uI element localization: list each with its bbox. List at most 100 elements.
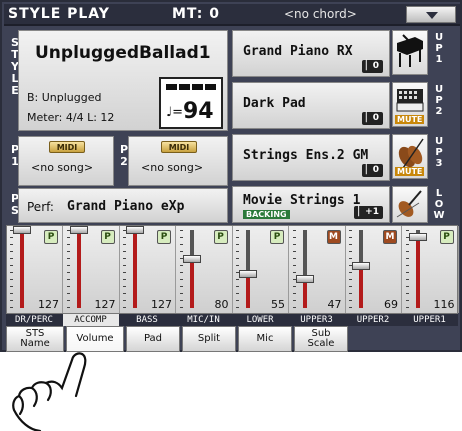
style-panel[interactable]: UnpluggedBallad1 B: Unplugged Meter: 4/4… (18, 30, 228, 131)
performance-panel[interactable]: Perf: Grand Piano eXp (18, 188, 228, 223)
fader-level (133, 230, 137, 308)
tab-pad[interactable]: Pad (126, 326, 180, 352)
fader-level (415, 237, 420, 308)
fader-scale (66, 230, 70, 308)
volume-value: 127 (151, 298, 172, 311)
player2-panel[interactable]: MIDI <no song> (128, 136, 228, 186)
fader-scale (10, 230, 13, 308)
volume-value: 116 (433, 298, 455, 311)
fader-scale (236, 230, 239, 308)
player1-panel[interactable]: MIDI <no song> (18, 136, 114, 186)
sound-lower-octave: ▏+1 (354, 206, 383, 219)
upper3-mute-tag: MUTE (395, 167, 425, 176)
tab-split[interactable]: Split (182, 326, 236, 352)
channel-label: BASS (136, 315, 158, 325)
fader-scale (292, 230, 296, 308)
play-mute-button[interactable]: P (44, 230, 58, 244)
chord-display: <no chord> (284, 7, 357, 21)
style-bank: B: Unplugged (27, 91, 102, 104)
player1-midi-tag: MIDI (49, 141, 85, 153)
fader-handle[interactable] (182, 255, 201, 263)
fader-scale (179, 230, 183, 308)
fader-handle[interactable] (13, 226, 31, 234)
channel-labels-bar: DR/PERC ACCOMP BASS MIC/IN LOWER UPPER3 UPPER2… (6, 314, 458, 326)
sound-upper3-panel[interactable]: Strings Ens.2 GM ▏0 (232, 134, 390, 181)
sound-upper1-panel[interactable]: Grand Piano RX ▏0 (232, 30, 390, 77)
mixer-channel[interactable]: P 127 (7, 226, 63, 313)
mixer-channel[interactable]: P 55 (233, 226, 289, 313)
upper3-side-label: UP3 (434, 136, 444, 169)
fader-level (189, 259, 194, 308)
style-name: UnpluggedBallad1 (35, 43, 211, 63)
strings-icon[interactable]: MUTE (392, 134, 428, 179)
tab-volume[interactable]: Volume (66, 326, 124, 352)
play-mute-button[interactable]: P (100, 230, 115, 244)
style-meter: Meter: 4/4 L: 12 (27, 111, 115, 124)
page-menu-button[interactable] (406, 6, 456, 23)
sound-upper1-octave: ▏0 (361, 60, 383, 73)
fader-level (246, 274, 250, 308)
fader-handle[interactable] (69, 226, 88, 234)
mixer-channel[interactable]: P 116 (403, 226, 459, 313)
upper2-mute-tag: MUTE (395, 115, 425, 124)
play-mute-button[interactable]: M (326, 230, 341, 244)
volume-value: 69 (384, 298, 398, 311)
channel-label: UPPER3 (300, 315, 333, 325)
fader-handle[interactable] (408, 233, 427, 241)
fader-handle[interactable] (295, 275, 314, 283)
mode-title: STYLE PLAY (8, 6, 110, 22)
tab-mic[interactable]: Mic (238, 326, 292, 352)
fader-scale (405, 230, 409, 308)
backing-tag: BACKING (243, 210, 290, 219)
master-transpose: MT: 0 (172, 6, 220, 22)
channel-label: DR/PERC (15, 315, 53, 325)
tempo-box[interactable]: ♩= 94 (159, 77, 223, 129)
sound-upper2-panel[interactable]: Dark Pad ▏0 (232, 82, 390, 129)
volume-value: 55 (271, 298, 285, 311)
tab-sts-name[interactable]: STS Name (6, 326, 64, 352)
beat-indicator (166, 84, 177, 90)
piano-icon[interactable] (392, 30, 428, 75)
volume-value: 80 (214, 298, 229, 311)
volume-value: 47 (327, 298, 342, 311)
channel-label: MIC/IN (187, 315, 220, 325)
play-mute-button[interactable]: P (213, 230, 228, 244)
violin-icon[interactable] (392, 186, 428, 223)
play-mute-button[interactable]: P (157, 230, 171, 244)
mixer-channel[interactable]: M 69 (346, 226, 402, 313)
performance-name: Grand Piano eXp (67, 199, 185, 214)
play-mute-button[interactable]: P (270, 230, 284, 244)
tab-bar: STS Name Volume Pad Split Mic Sub Scale (6, 326, 458, 352)
menu-arrow-icon (426, 12, 438, 19)
tab-sub-scale[interactable]: Sub Scale (294, 326, 348, 352)
sound-lower-panel[interactable]: Movie Strings 1 BACKING ▏+1 (232, 186, 390, 223)
performance-label: Perf: (27, 200, 54, 214)
beat-indicator (179, 84, 190, 90)
mixer-channel[interactable]: P 127 (120, 226, 176, 313)
mixer-channel[interactable]: P 80 (177, 226, 233, 313)
fader-level (20, 230, 24, 308)
tempo-note-symbol: ♩= (166, 105, 184, 120)
upper2-side-label: UP2 (434, 84, 444, 117)
play-mute-button[interactable]: M (383, 230, 397, 244)
fader-level (76, 230, 81, 308)
sound-upper3-name: Strings Ens.2 GM (243, 148, 369, 163)
beat-indicator (205, 84, 216, 90)
mixer-channel[interactable]: M 47 (290, 226, 346, 313)
player1-song: <no song> (31, 161, 94, 174)
fader-level (359, 266, 363, 308)
beat-indicator (192, 84, 203, 90)
fader-level (302, 279, 307, 308)
upper1-side-label: UP1 (434, 32, 444, 65)
sound-upper2-octave: ▏0 (361, 112, 383, 125)
fader-handle[interactable] (239, 270, 257, 278)
play-mute-button[interactable]: P (439, 230, 454, 244)
sound-lower-name: Movie Strings 1 (243, 193, 361, 208)
mixer-channel[interactable]: P 127 (64, 226, 120, 313)
fader-handle[interactable] (126, 226, 144, 234)
fader-handle[interactable] (352, 262, 370, 270)
sound-upper1-name: Grand Piano RX (243, 44, 353, 59)
sound-upper3-octave: ▏0 (361, 164, 383, 177)
volume-value: 127 (38, 298, 59, 311)
synth-icon[interactable]: MUTE (392, 82, 428, 127)
